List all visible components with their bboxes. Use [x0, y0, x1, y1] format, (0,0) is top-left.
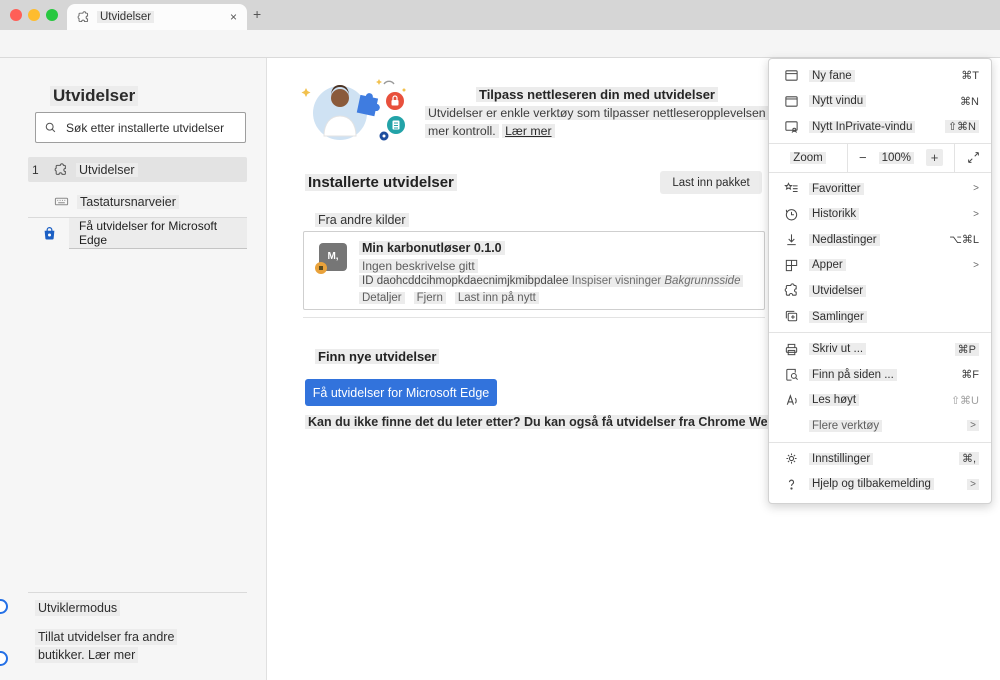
puzzle-icon: [54, 163, 68, 177]
keyboard-icon: [54, 194, 69, 209]
sidebar-selected-badge: 1: [32, 163, 46, 177]
read-aloud-icon: [783, 393, 799, 408]
tab-strip: Utvidelser × +: [0, 0, 1000, 30]
zoom-label: Zoom: [790, 152, 825, 164]
developer-mode-label: Utviklermodus: [35, 600, 120, 616]
hero-title: Tilpass nettleseren din med utvidelser: [422, 87, 772, 102]
search-box[interactable]: [35, 112, 246, 143]
allow-label-line1: Tillat utvidelser fra andre: [35, 629, 177, 645]
menu-item-new-window[interactable]: Nytt vindu⌘N: [769, 89, 991, 115]
window-minimize-button[interactable]: [28, 9, 40, 21]
zoom-in-button[interactable]: +: [926, 149, 943, 166]
new-window-icon: [783, 94, 799, 109]
menu-item-find-on-page[interactable]: Finn på siden ...⌘F: [769, 362, 991, 388]
new-tab-icon: [783, 68, 799, 83]
window-close-button[interactable]: [10, 9, 22, 21]
hero-description-line1: Utvidelser er enkle verktøy som tilpasse…: [425, 106, 788, 120]
sidebar-item-utvidelser[interactable]: 1 Utvidelser: [28, 157, 247, 182]
extensions-puzzle-icon: [783, 283, 799, 298]
store-link-label: Få utvidelser for Microsoft Edge: [69, 218, 247, 249]
menu-item-apps[interactable]: Apper>: [769, 253, 991, 279]
group-label-other-sources: Fra andre kilder: [315, 213, 409, 227]
get-extensions-button[interactable]: Få utvidelser for Microsoft Edge: [305, 379, 497, 406]
hero-description-line2: mer kontroll. Lær mer: [425, 124, 555, 138]
browser-menu: Ny fane⌘T Nytt vindu⌘N Nytt InPrivate-vi…: [768, 58, 992, 504]
inprivate-icon: [783, 119, 799, 134]
extension-id-line: ID daohcddcihmopkdaecnimjkmibpdalee Insp…: [359, 275, 743, 287]
extension-actions: Detaljer Fjern Last inn på nytt: [359, 292, 539, 304]
tab-close-icon[interactable]: ×: [230, 10, 237, 24]
menu-item-new-tab[interactable]: Ny fane⌘T: [769, 63, 991, 89]
section-divider: [303, 317, 765, 318]
find-new-extensions-heading: Finn nye utvidelser: [315, 349, 439, 364]
reload-extension-button[interactable]: Last inn på nytt: [455, 292, 539, 304]
fullscreen-button[interactable]: [955, 144, 991, 172]
installed-extensions-heading: Installerte utvidelser: [305, 174, 457, 191]
extension-version: 0.1.0: [474, 241, 502, 255]
inspect-views-label: Inspiser visninger: [572, 275, 661, 287]
favorites-icon: [783, 181, 799, 196]
browser-tab[interactable]: Utvidelser ×: [67, 4, 247, 30]
puzzle-piece: [357, 91, 383, 117]
warning-badge-icon: [315, 262, 327, 274]
fullscreen-icon: [967, 151, 980, 164]
remove-button[interactable]: Fjern: [414, 292, 446, 304]
apps-icon: [783, 258, 799, 273]
sidebar-bottom-divider: [28, 592, 247, 593]
id-label: ID: [362, 275, 374, 287]
extensions-sidebar: Utvidelser 1 Utvidelser Tastatursnarveie…: [0, 58, 267, 680]
find-on-page-icon: [783, 367, 799, 382]
store-bag-icon: [42, 226, 57, 241]
sidebar-item-label: Tastatursnarveier: [77, 195, 179, 209]
allow-other-stores-toggle[interactable]: [0, 651, 8, 666]
search-input[interactable]: [64, 120, 237, 136]
allow-label-line2: butikker. Lær mer: [35, 647, 138, 663]
toolbar: ← → ↻ Edge | edge://extensions ☆ …: [0, 30, 1000, 58]
menu-item-extensions[interactable]: Utvidelser: [769, 278, 991, 304]
details-button[interactable]: Detaljer: [359, 292, 405, 304]
menu-item-print[interactable]: Skriv ut ...⌘P: [769, 336, 991, 362]
sidebar-title: Utvidelser: [50, 86, 138, 106]
help-icon: [783, 477, 799, 492]
menu-item-favorites[interactable]: Favoritter>: [769, 176, 991, 202]
learn-more-link[interactable]: Lær mer: [502, 124, 554, 138]
zoom-row: Zoom − 100% +: [769, 143, 991, 173]
history-icon: [783, 207, 799, 222]
chrome-web-store-note: Kan du ikke finne det du leter etter? Du…: [305, 415, 814, 429]
extension-id: daohcddcihmopkdaecnimjkmibpdalee: [377, 275, 569, 287]
menu-item-new-inprivate-window[interactable]: Nytt InPrivate-vindu⇧⌘N: [769, 114, 991, 140]
menu-item-downloads[interactable]: Nedlastinger⌥⌘L: [769, 227, 991, 253]
load-unpacked-button[interactable]: Last inn pakket: [660, 171, 762, 194]
tab-title: Utvidelser: [97, 11, 154, 23]
print-icon: [783, 342, 799, 357]
collections-menu-icon: [783, 309, 799, 324]
zoom-value: 100%: [879, 152, 914, 164]
extension-name: Min karbonutløser 0.1.0: [359, 241, 505, 255]
zoom-out-button[interactable]: −: [859, 150, 867, 165]
tab-favicon-puzzle-icon: [77, 11, 90, 24]
new-tab-button[interactable]: +: [253, 6, 261, 22]
menu-item-read-aloud[interactable]: Les høyt⇧⌘U: [769, 388, 991, 414]
developer-mode-toggle[interactable]: [0, 599, 8, 614]
menu-item-history[interactable]: Historikk>: [769, 201, 991, 227]
extension-description: Ingen beskrivelse gitt: [359, 259, 478, 273]
sidebar-item-tastatursnarveier[interactable]: Tastatursnarveier: [28, 189, 247, 214]
sidebar-item-label: Utvidelser: [76, 163, 138, 177]
menu-item-settings[interactable]: Innstillinger⌘,: [769, 446, 991, 472]
downloads-icon: [783, 232, 799, 247]
store-link-row[interactable]: Få utvidelser for Microsoft Edge: [28, 221, 247, 245]
menu-separator: [769, 442, 991, 443]
menu-separator: [769, 332, 991, 333]
allow-other-stores-label: Tillat utvidelser fra andre butikker. Læ…: [35, 628, 177, 664]
hero-line2-prefix: mer kontroll.: [425, 124, 499, 138]
settings-gear-icon: [783, 451, 799, 466]
background-page-link[interactable]: Bakgrunnsside: [664, 275, 740, 287]
menu-item-more-tools[interactable]: Flere verktøy>: [769, 413, 991, 439]
search-icon: [44, 121, 57, 134]
extension-card: M, Min karbonutløser 0.1.0 Ingen beskriv…: [303, 231, 765, 310]
hero-illustration: [300, 76, 412, 142]
window-maximize-button[interactable]: [46, 9, 58, 21]
menu-item-collections[interactable]: Samlinger: [769, 304, 991, 330]
menu-item-help-feedback[interactable]: Hjelp og tilbakemelding>: [769, 471, 991, 497]
